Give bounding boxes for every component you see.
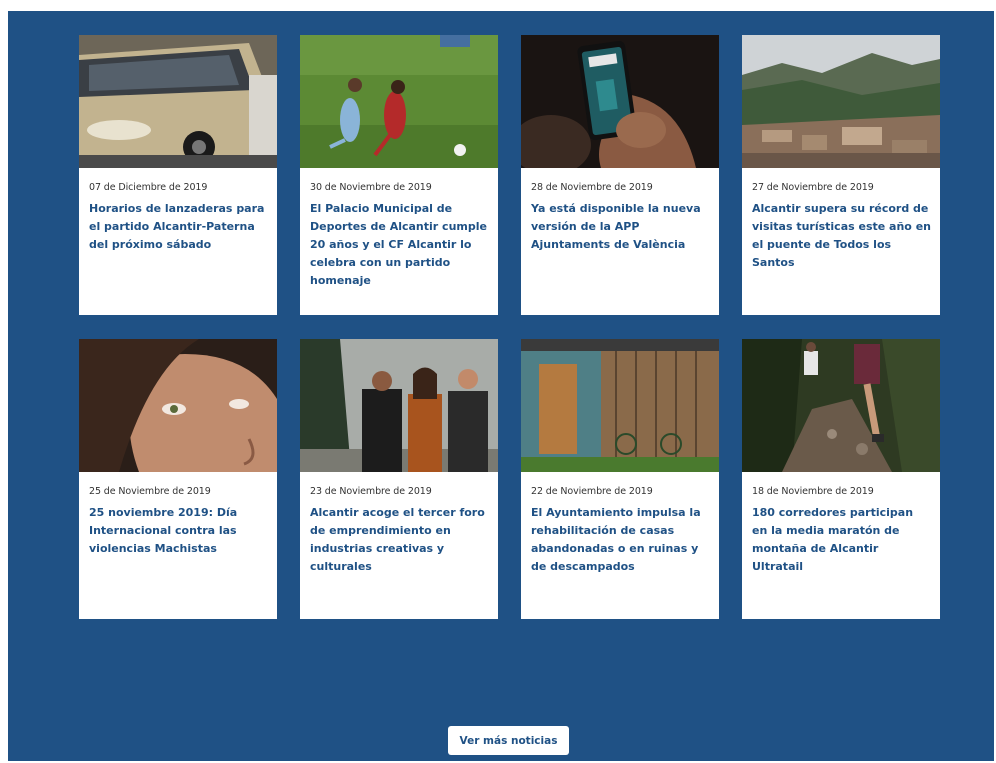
news-date: 23 de Noviembre de 2019 — [310, 486, 432, 497]
news-title-link[interactable]: El Palacio Municipal de Deportes de Alca… — [310, 200, 490, 290]
news-date: 28 de Noviembre de 2019 — [531, 182, 653, 193]
news-image-mountain — [742, 35, 940, 168]
news-image-football — [300, 35, 498, 168]
news-image-runners — [742, 339, 940, 472]
news-card-2[interactable]: 30 de Noviembre de 2019 El Palacio Munic… — [300, 35, 498, 315]
news-card-7[interactable]: 22 de Noviembre de 2019 El Ayuntamiento … — [521, 339, 719, 619]
more-news-button[interactable]: Ver más noticias — [448, 726, 569, 755]
news-card-8[interactable]: 18 de Noviembre de 2019 180 corredores p… — [742, 339, 940, 619]
news-card-3[interactable]: 28 de Noviembre de 2019 Ya está disponib… — [521, 35, 719, 315]
news-title-link[interactable]: Ya está disponible la nueva versión de l… — [531, 200, 711, 254]
news-image-phone — [521, 35, 719, 168]
news-date: 27 de Noviembre de 2019 — [752, 182, 874, 193]
news-title-link[interactable]: Horarios de lanzaderas para el partido A… — [89, 200, 269, 254]
news-image-house — [521, 339, 719, 472]
news-title-link[interactable]: Alcantir supera su récord de visitas tur… — [752, 200, 932, 272]
news-card-4[interactable]: 27 de Noviembre de 2019 Alcantir supera … — [742, 35, 940, 315]
news-image-bus — [79, 35, 277, 168]
news-date: 30 de Noviembre de 2019 — [310, 182, 432, 193]
news-image-people — [300, 339, 498, 472]
news-date: 07 de Diciembre de 2019 — [89, 182, 208, 193]
news-title-link[interactable]: 180 corredores participan en la media ma… — [752, 504, 932, 576]
news-card-6[interactable]: 23 de Noviembre de 2019 Alcantir acoge e… — [300, 339, 498, 619]
news-card-1[interactable]: 07 de Diciembre de 2019 Horarios de lanz… — [79, 35, 277, 315]
news-card-5[interactable]: 25 de Noviembre de 2019 25 noviembre 201… — [79, 339, 277, 619]
news-title-link[interactable]: Alcantir acoge el tercer foro de emprend… — [310, 504, 490, 576]
news-title-link[interactable]: 25 noviembre 2019: Día Internacional con… — [89, 504, 269, 558]
news-title-link[interactable]: El Ayuntamiento impulsa la rehabilitació… — [531, 504, 711, 576]
news-image-woman — [79, 339, 277, 472]
news-date: 18 de Noviembre de 2019 — [752, 486, 874, 497]
news-date: 22 de Noviembre de 2019 — [531, 486, 653, 497]
news-date: 25 de Noviembre de 2019 — [89, 486, 211, 497]
